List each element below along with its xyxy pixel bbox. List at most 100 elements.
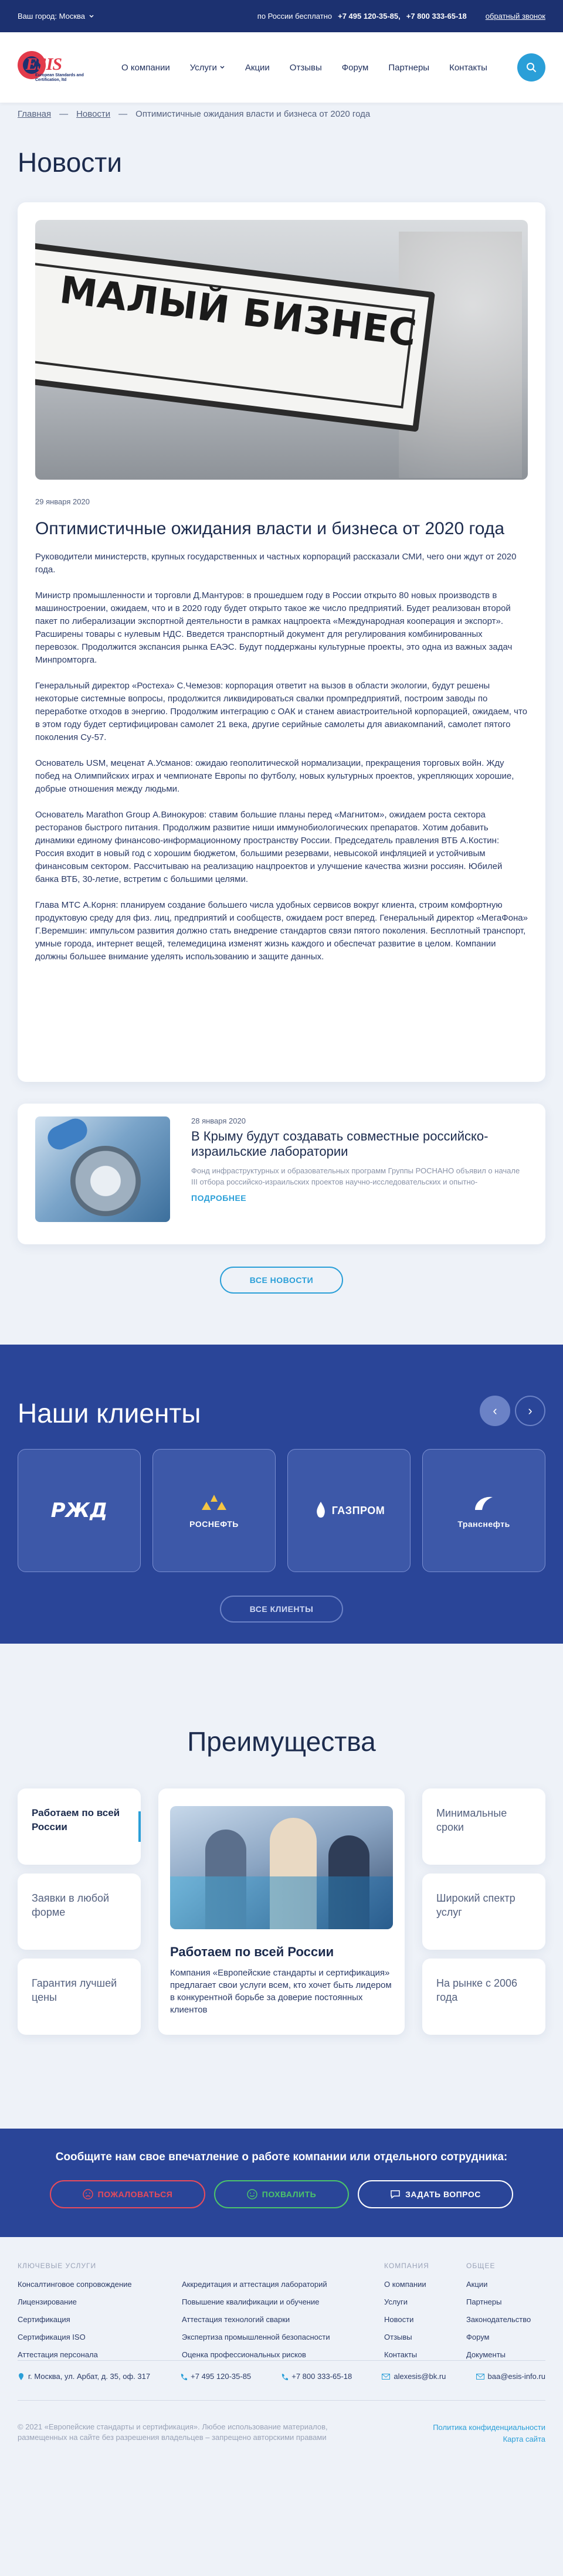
email-text: baa@esis-info.ru bbox=[487, 2372, 545, 2381]
footer-email-2[interactable]: baa@esis-info.ru bbox=[476, 2372, 545, 2381]
footer-link[interactable]: Аттестация персонала bbox=[18, 2346, 132, 2364]
privacy-policy-link[interactable]: Политика конфиденциальности bbox=[433, 2422, 545, 2434]
footer-link[interactable]: Лицензирование bbox=[18, 2293, 132, 2311]
city-selector[interactable]: Ваш город: Москва bbox=[18, 12, 94, 21]
phone-link-1[interactable]: +7 495 120-35-85, bbox=[338, 12, 401, 21]
footer-link[interactable]: О компании bbox=[384, 2276, 429, 2293]
next-arrow-button[interactable]: › bbox=[515, 1396, 545, 1426]
complain-button[interactable]: ПОЖАЛОВАТЬСЯ bbox=[50, 2180, 205, 2208]
nav-reviews[interactable]: Отзывы bbox=[290, 63, 322, 73]
all-clients-button[interactable]: ВСЕ КЛИЕНТЫ bbox=[220, 1596, 343, 1623]
client-name: РОСНЕФТЬ bbox=[189, 1519, 239, 1529]
footer-link[interactable]: Новости bbox=[384, 2311, 429, 2329]
footer-link[interactable]: Услуги bbox=[384, 2293, 429, 2311]
client-logo-transneft[interactable]: Транснефть bbox=[422, 1449, 545, 1572]
client-name: Транснефть bbox=[457, 1519, 510, 1529]
prev-arrow-button[interactable]: ‹ bbox=[480, 1396, 510, 1426]
clients-title: Наши клиенты bbox=[18, 1398, 201, 1428]
footer-link[interactable]: Аккредитация и аттестация лабораторий bbox=[182, 2276, 330, 2293]
nav-contacts[interactable]: Контакты bbox=[449, 63, 487, 73]
article-image: МАЛЫЙ БИЗНЕС bbox=[35, 220, 528, 480]
praise-button[interactable]: ПОХВАЛИТЬ bbox=[214, 2180, 349, 2208]
footer-link[interactable]: Партнеры bbox=[466, 2293, 531, 2311]
rzd-logo: РЖД bbox=[50, 1499, 108, 1522]
article-paragraph: Основатель USM, меценат А.Усманов: ожида… bbox=[35, 758, 514, 794]
footer-phone-2[interactable]: +7 800 333-65-18 bbox=[281, 2372, 352, 2381]
footer-link[interactable]: Контакты bbox=[384, 2346, 429, 2364]
advantage-tile-russia[interactable]: Работаем по всей России bbox=[18, 1788, 141, 1865]
breadcrumb-home[interactable]: Главная bbox=[18, 109, 51, 119]
footer-services-2: Аккредитация и аттестация лабораторий По… bbox=[182, 2276, 330, 2364]
free-call-label: по России бесплатно bbox=[257, 12, 333, 21]
breadcrumb-news[interactable]: Новости bbox=[76, 109, 110, 119]
footer-link[interactable]: Повышение квалификации и обучение bbox=[182, 2293, 330, 2311]
footer-general-heading: ОБЩЕЕ bbox=[466, 2262, 496, 2270]
footer-link[interactable]: Сертификация ISO bbox=[18, 2329, 132, 2346]
sitemap-link[interactable]: Карта сайта bbox=[433, 2434, 545, 2445]
footer-link[interactable]: Документы bbox=[466, 2346, 531, 2364]
gazprom-logo-icon bbox=[316, 1502, 325, 1518]
footer-phone-1[interactable]: +7 495 120-35-85 bbox=[180, 2372, 251, 2381]
article-paragraph: Генеральный директор «Ростеха» С.Чемезов… bbox=[35, 681, 527, 742]
divider bbox=[18, 2360, 545, 2361]
read-more-link[interactable]: ПОДРОБНЕЕ bbox=[191, 1193, 528, 1203]
footer-link[interactable]: Консалтинговое сопровождение bbox=[18, 2276, 132, 2293]
footer-email-1[interactable]: alexesis@bk.ru bbox=[382, 2372, 446, 2381]
client-logo-gazprom[interactable]: ГАЗПРОМ bbox=[287, 1449, 411, 1572]
logo-text: ESIS bbox=[26, 55, 62, 74]
mail-icon bbox=[476, 2373, 484, 2380]
phone-link-2[interactable]: +7 800 333-65-18 bbox=[406, 12, 467, 21]
article-lead: Руководители министерств, крупных госуда… bbox=[35, 552, 517, 575]
callback-link[interactable]: обратный звонок bbox=[486, 12, 545, 21]
nav-partners[interactable]: Партнеры bbox=[388, 63, 429, 73]
separator-icon: — bbox=[118, 109, 128, 119]
advantage-tile-price[interactable]: Гарантия лучшей цены bbox=[18, 1959, 141, 2035]
rosneft-logo-icon bbox=[202, 1495, 226, 1510]
address-text: г. Москва, ул. Арбат, д. 35, оф. 317 bbox=[28, 2372, 151, 2381]
nav-services-label: Услуги bbox=[189, 62, 217, 73]
client-logo-rzd[interactable]: РЖД bbox=[18, 1449, 141, 1572]
chat-icon bbox=[391, 2190, 400, 2199]
city-label: Ваш город: Москва bbox=[18, 12, 85, 21]
feedback-title: Сообщите нам свое впечатление о работе к… bbox=[55, 2151, 508, 2163]
smile-face-icon bbox=[247, 2189, 257, 2200]
advantage-tile-terms[interactable]: Минимальные сроки bbox=[422, 1788, 545, 1865]
related-news-card[interactable]: 28 января 2020 В Крыму будут создавать с… bbox=[18, 1104, 545, 1244]
footer-link[interactable]: Акции bbox=[466, 2276, 531, 2293]
footer-link[interactable]: Сертификация bbox=[18, 2311, 132, 2329]
chevron-down-icon bbox=[220, 66, 225, 69]
nav-promotions[interactable]: Акции bbox=[245, 63, 270, 73]
logo[interactable]: ESIS European Standards and Certificatio… bbox=[18, 50, 97, 85]
advantage-tile-services[interactable]: Широкий спектр услуг bbox=[422, 1874, 545, 1950]
ask-question-button[interactable]: ЗАДАТЬ ВОПРОС bbox=[358, 2180, 513, 2208]
nav-services[interactable]: Услуги bbox=[190, 63, 225, 73]
site-header: ESIS European Standards and Certificatio… bbox=[0, 32, 563, 103]
footer-services: КЛЮЧЕВЫЕ УСЛУГИ Консалтинговое сопровожд… bbox=[18, 2261, 132, 2364]
advantage-tile-requests[interactable]: Заявки в любой форме bbox=[18, 1874, 141, 1950]
article-date: 29 января 2020 bbox=[35, 497, 90, 506]
footer-link[interactable]: Аттестация технологий сварки bbox=[182, 2311, 330, 2329]
related-news-title[interactable]: В Крыму будут создавать совместные росси… bbox=[191, 1129, 528, 1159]
search-button[interactable] bbox=[517, 53, 545, 82]
top-bar: Ваш город: Москва по России бесплатно +7… bbox=[0, 0, 563, 32]
footer-link[interactable]: Оценка профессиональных рисков bbox=[182, 2346, 330, 2364]
site-footer: КЛЮЧЕВЫЕ УСЛУГИ Консалтинговое сопровожд… bbox=[0, 2237, 563, 2576]
footer-link[interactable]: Законодательство bbox=[466, 2311, 531, 2329]
client-logo-rosneft[interactable]: РОСНЕФТЬ bbox=[152, 1449, 276, 1572]
footer-link[interactable]: Форум bbox=[466, 2329, 531, 2346]
all-news-button[interactable]: ВСЕ НОВОСТИ bbox=[220, 1267, 343, 1294]
email-text: alexesis@bk.ru bbox=[394, 2372, 446, 2381]
chevron-down-icon bbox=[89, 14, 94, 18]
footer-company: КОМПАНИЯ О компании Услуги Новости Отзыв… bbox=[384, 2261, 429, 2364]
footer-link[interactable]: Экспертиза промышленной безопасности bbox=[182, 2329, 330, 2346]
footer-company-heading: КОМПАНИЯ bbox=[384, 2262, 429, 2270]
nav-forum[interactable]: Форум bbox=[342, 63, 369, 73]
feedback-section: Сообщите нам свое впечатление о работе к… bbox=[0, 2129, 563, 2237]
phone-text: +7 495 120-35-85 bbox=[191, 2372, 252, 2381]
article-paragraph: Основатель Marathon Group А.Винокуров: с… bbox=[35, 810, 503, 884]
nav-about[interactable]: О компании bbox=[121, 63, 170, 73]
article-paragraph: Глава МТС А.Корня: планируем создание бо… bbox=[35, 900, 528, 962]
footer-link[interactable]: Отзывы bbox=[384, 2329, 429, 2346]
advantage-tile-since[interactable]: На рынке с 2006 года bbox=[422, 1959, 545, 2035]
article-paragraph: Министр промышленности и торговли Д.Мант… bbox=[35, 590, 513, 665]
